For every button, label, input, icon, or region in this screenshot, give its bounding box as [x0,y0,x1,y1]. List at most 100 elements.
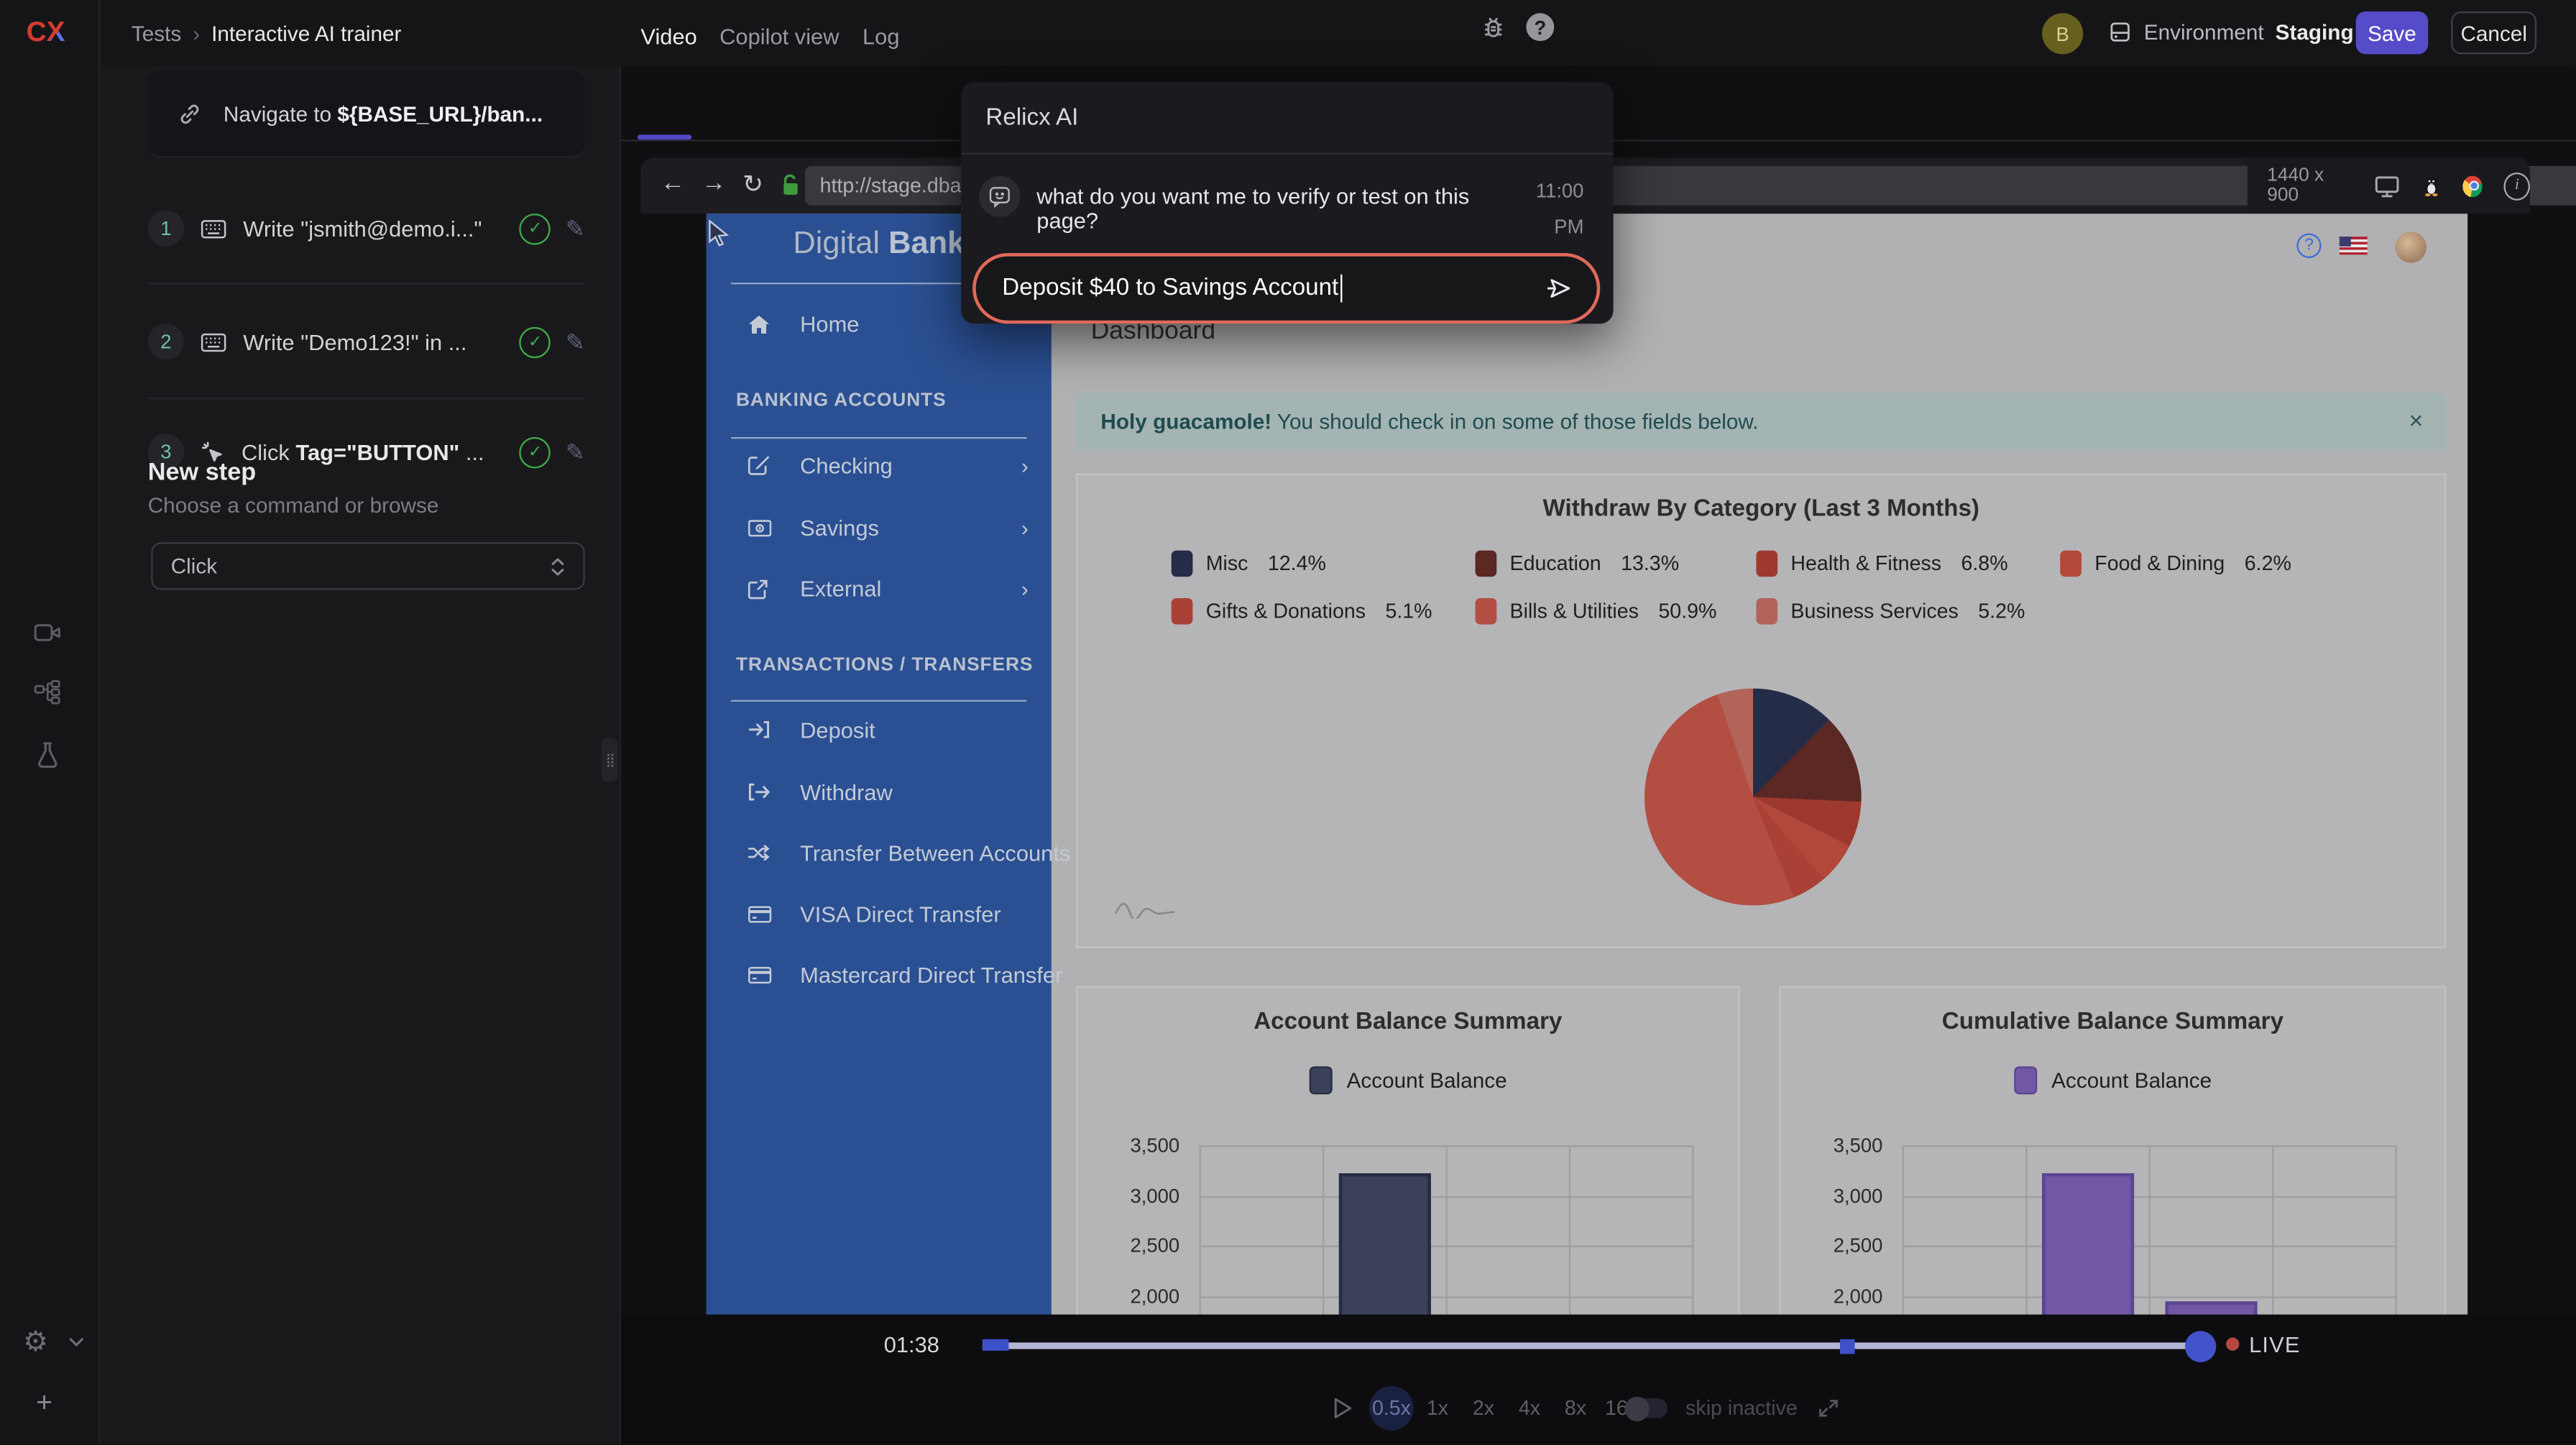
edit-pencil-icon[interactable]: ✎ [566,438,585,466]
step-label: Write "jsmith@demo.i..." [243,216,510,241]
close-icon[interactable]: × [2409,408,2423,436]
step-row-1[interactable]: 1 Write "jsmith@demo.i..." ✓ ✎ [148,192,585,265]
gear-icon[interactable]: ⚙ [23,1326,48,1359]
chevron-right-icon: › [1021,515,1029,540]
bank-nav-deposit[interactable]: Deposit [707,705,1052,755]
buffered-segment [983,1339,1009,1351]
alert-message: Holy guacamole! You should check in on s… [1100,409,2409,434]
message-timestamp: 11:00PM [1514,174,1583,245]
legend-item[interactable]: Education13.3% [1476,547,1757,580]
save-button[interactable]: Save [2356,12,2429,54]
environment-selector[interactable]: Environment Staging [2108,19,2354,44]
seek-knob[interactable] [2185,1330,2216,1361]
legend-item[interactable]: Misc12.4% [1172,547,1476,580]
shuffle-icon [748,843,774,863]
bar-chart-title: Cumulative Balance Summary [1781,1009,2444,1035]
active-tab-underline [638,134,691,139]
chevron-right-icon: › [1021,576,1029,600]
info-icon[interactable]: i [2504,172,2530,200]
timeline-marker[interactable] [1840,1339,1855,1354]
bank-nav-mastercard-transfer[interactable]: Mastercard Direct Transfer [707,950,1052,999]
legend-item[interactable]: Business Services5.2% [1756,595,2060,628]
avatar[interactable]: B [2042,13,2083,54]
seek-bar[interactable] [983,1339,2214,1351]
bar[interactable] [2041,1173,2133,1315]
step-label: Click Tag="BUTTON" ... [242,439,510,464]
legend-item[interactable]: Bills & Utilities50.9% [1476,595,1757,628]
sign-in-icon [748,720,774,739]
plus-icon[interactable]: + [36,1387,52,1420]
check-circle-icon: ✓ [520,436,551,467]
ai-prompt-input[interactable]: Deposit $40 to Savings Account [972,253,1600,324]
bank-nav-transfer[interactable]: Transfer Between Accounts [707,828,1052,878]
y-axis-tick: 3,500 [1798,1134,1883,1157]
monitor-icon[interactable] [2374,173,2401,198]
bank-nav-external[interactable]: External › [707,564,1052,613]
bar[interactable] [2164,1301,2256,1315]
new-step-title: New step [148,459,257,487]
fullscreen-icon[interactable] [1817,1397,1840,1420]
y-axis-tick: 2,000 [1798,1285,1883,1308]
tab-copilot-view[interactable]: Copilot view [719,24,839,49]
skip-inactive-toggle[interactable] [1627,1398,1668,1418]
flask-icon[interactable] [33,740,63,769]
bank-nav-withdraw[interactable]: Withdraw [707,767,1052,817]
forward-arrow-icon[interactable]: → [702,169,726,197]
command-select[interactable]: Click [151,542,584,590]
sign-out-icon [748,782,774,802]
bug-icon[interactable] [1480,15,1506,42]
camera-icon[interactable] [33,620,63,646]
playback-time: 01:38 [884,1333,939,1357]
environment-value: Staging [2276,19,2354,44]
step-navigate[interactable]: Navigate to ${BASE_URL}/ban... [148,70,585,157]
banking-page: Digital Bank Home BANKING ACCOUNTS Check… [707,214,2467,1314]
back-arrow-icon[interactable]: ← [661,169,685,197]
tab-log[interactable]: Log [862,24,899,49]
bar-chart-legend[interactable]: Account Balance [1781,1066,2444,1094]
cancel-button[interactable]: Cancel [2451,12,2536,54]
keyboard-icon [201,331,227,353]
bank-nav-savings[interactable]: Savings › [707,503,1052,552]
app-root: CX Tests›Interactive AI trainer ? B Envi… [0,0,2576,1445]
edit-pencil-icon[interactable]: ✎ [566,214,585,242]
step-number: 1 [148,211,184,247]
send-icon[interactable] [1545,275,1574,303]
bar-chart-legend[interactable]: Account Balance [1077,1066,1738,1094]
reload-icon[interactable]: ↻ [742,169,763,198]
tab-video[interactable]: Video [640,24,696,49]
breadcrumb: Tests›Interactive AI trainer [132,22,402,46]
help-circle-icon[interactable]: ? [2296,234,2321,258]
panel-resize-handle[interactable]: ⣿ [602,738,618,782]
bank-nav-visa-transfer[interactable]: VISA Direct Transfer [707,889,1052,939]
help-icon[interactable]: ? [1526,13,1554,41]
cx-logo[interactable]: CX [27,17,65,50]
play-icon[interactable] [1330,1395,1353,1422]
bank-nav-checking[interactable]: Checking › [707,441,1052,490]
credit-card-icon [748,965,774,983]
bar[interactable] [1338,1173,1430,1315]
us-flag-icon[interactable] [2340,237,2368,254]
y-axis-tick: 2,500 [1798,1234,1883,1257]
player-controls: 0.5x 1x 2x 4x 8x 16x skip inactive [621,1384,2576,1433]
bar-chart-title: Account Balance Summary [1077,1009,1738,1035]
home-icon [748,313,774,334]
sitemap-icon[interactable] [33,679,63,708]
breadcrumb-current: Interactive AI trainer [211,22,401,46]
breadcrumb-tests[interactable]: Tests [132,22,181,46]
check-circle-icon: ✓ [520,326,551,357]
keyboard-icon [201,218,227,239]
legend-item[interactable]: Gifts & Donations5.1% [1172,595,1476,628]
edit-pencil-icon[interactable]: ✎ [566,328,585,356]
pie-chart[interactable] [1644,689,1862,906]
bank-sidebar: Digital Bank Home BANKING ACCOUNTS Check… [707,214,1052,1314]
bar-chart-card-account: Account Balance Summary Account Balance … [1076,986,1739,1314]
user-avatar[interactable] [2396,231,2426,262]
chevron-down-icon[interactable] [65,1331,87,1352]
step-row-2[interactable]: 2 Write "Demo123!" in ... ✓ ✎ [148,306,585,378]
legend-item[interactable]: Health & Fitness6.8% [1756,547,2060,580]
bank-section-accounts: BANKING ACCOUNTS [736,391,947,410]
ai-message: what do you want me to verify or test on… [1036,184,1496,234]
check-circle-icon: ✓ [520,213,551,244]
legend-item[interactable]: Food & Dining6.2% [2060,547,2291,580]
y-axis-tick: 2,500 [1094,1234,1179,1257]
